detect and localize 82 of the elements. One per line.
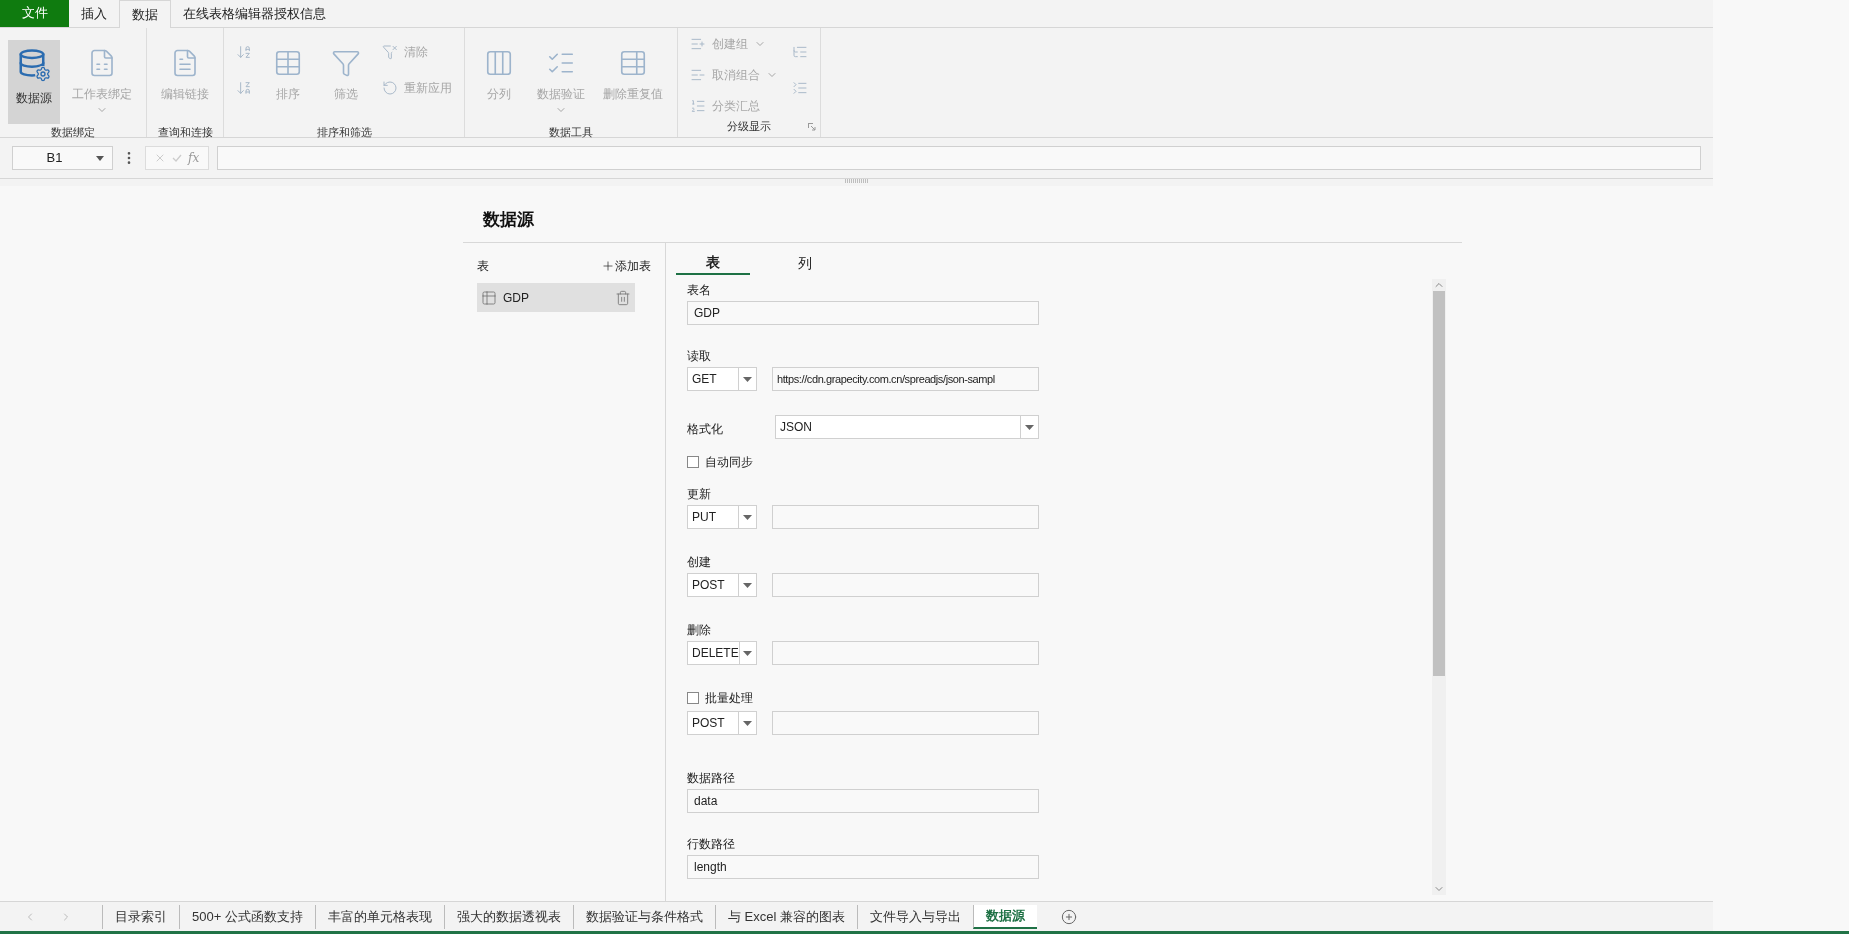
method-select[interactable]: PUT <box>687 505 757 529</box>
input-field[interactable] <box>772 573 1039 597</box>
name-box[interactable]: B1 <box>12 146 113 170</box>
delete-icon[interactable] <box>615 289 631 306</box>
database-settings-icon <box>17 48 51 82</box>
method-select[interactable]: GET <box>687 367 757 391</box>
sort-descending-icon <box>236 80 252 96</box>
add-sheet-icon[interactable] <box>1060 908 1077 925</box>
reapply-icon <box>382 80 398 96</box>
clear-filter-icon <box>382 44 398 60</box>
panel-tab[interactable]: 列 <box>768 251 842 275</box>
panel-title: 数据源 <box>482 209 535 231</box>
field-label: 表名 <box>687 282 712 297</box>
sheet-tab[interactable]: 500+ 公式函数支持 <box>179 904 315 929</box>
caret-icon <box>743 376 752 382</box>
group-label: 数据绑定 <box>50 125 96 140</box>
caret-icon <box>743 650 753 656</box>
ribbon-button[interactable]: 数据源 <box>8 40 60 124</box>
table-name: GDP <box>503 289 530 307</box>
formula-input[interactable] <box>217 146 1701 170</box>
caret-icon <box>1025 424 1034 430</box>
input-field[interactable]: GDP <box>687 301 1039 325</box>
confirm-icon[interactable] <box>172 153 182 163</box>
input-field[interactable]: length <box>687 855 1039 879</box>
input-field[interactable] <box>772 641 1039 665</box>
field-label: 数据路径 <box>687 770 736 785</box>
method-select[interactable]: DELETE <box>687 641 757 665</box>
field-label: 创建 <box>687 554 712 569</box>
sheet-tab[interactable]: 丰富的单元格表现 <box>314 904 444 929</box>
group-label: 分级显示 <box>726 119 772 134</box>
splitter-handle-icon[interactable] <box>844 179 869 183</box>
group-icon <box>690 36 706 52</box>
scrollbar-thumb[interactable] <box>1433 291 1445 676</box>
caret-icon <box>743 514 752 520</box>
format-select[interactable]: JSON <box>775 415 1039 439</box>
dialog-launcher-icon[interactable] <box>808 123 816 131</box>
sheet-tab[interactable]: 目录索引 <box>102 904 179 929</box>
method-select[interactable]: POST <box>687 573 757 597</box>
group-label: 排序和筛选 <box>315 125 373 140</box>
caret-icon <box>743 582 752 588</box>
sort-ascending-icon <box>236 44 252 60</box>
show-detail-icon <box>792 44 808 60</box>
filter-icon <box>331 48 361 78</box>
sort-icon <box>273 48 303 78</box>
caret-icon <box>743 720 752 726</box>
ribbon-tab[interactable]: 数据 <box>119 0 171 28</box>
sheet-tab[interactable]: 与 Excel 兼容的图表 <box>714 904 857 929</box>
input-field[interactable]: data <box>687 789 1039 813</box>
checkbox[interactable]: 批量处理 <box>687 689 1432 707</box>
method-select[interactable]: POST <box>687 711 757 735</box>
panel-tab[interactable]: 表 <box>676 251 750 275</box>
scrollbar[interactable] <box>1432 279 1446 895</box>
field-label: 格式化 <box>687 421 724 438</box>
tables-label: 表 <box>477 258 489 275</box>
field-label: 删除 <box>687 622 712 637</box>
sheet-tab[interactable]: 强大的数据透视表 <box>443 904 573 929</box>
cancel-icon[interactable] <box>154 152 166 164</box>
hide-detail-icon <box>792 80 808 96</box>
add-table-button[interactable]: 添加表 <box>601 257 651 275</box>
ribbon-tab[interactable]: 插入 <box>69 0 119 27</box>
columns-icon <box>484 48 514 78</box>
input-field[interactable] <box>772 711 1039 735</box>
field-label: 更新 <box>687 486 712 501</box>
table-icon <box>481 289 497 306</box>
checkbox[interactable]: 自动同步 <box>687 453 1432 471</box>
file-tab[interactable]: 文件 <box>0 0 69 27</box>
ribbon-tab[interactable]: 在线表格编辑器授权信息 <box>171 0 338 27</box>
table-icon <box>618 48 648 78</box>
plus-icon <box>601 259 615 273</box>
subtotal-icon <box>690 98 706 114</box>
field-label: 读取 <box>687 348 712 363</box>
input-field[interactable] <box>772 505 1039 529</box>
group-label: 数据工具 <box>548 125 594 140</box>
field-label: 行数路径 <box>687 836 736 851</box>
input-field[interactable]: https://cdn.grapecity.com.cn/spreadjs/json-sampl <box>772 367 1039 391</box>
table-list-item[interactable]: GDP <box>477 283 635 312</box>
sheet-tab[interactable]: 文件导入与导出 <box>856 904 973 929</box>
ungroup-icon <box>690 67 706 83</box>
caret-icon <box>96 155 104 161</box>
group-label: 查询和连接 <box>156 125 214 140</box>
sheet-tab[interactable]: 数据源 <box>972 904 1037 929</box>
sheet-tab[interactable]: 数据验证与条件格式 <box>572 904 715 929</box>
